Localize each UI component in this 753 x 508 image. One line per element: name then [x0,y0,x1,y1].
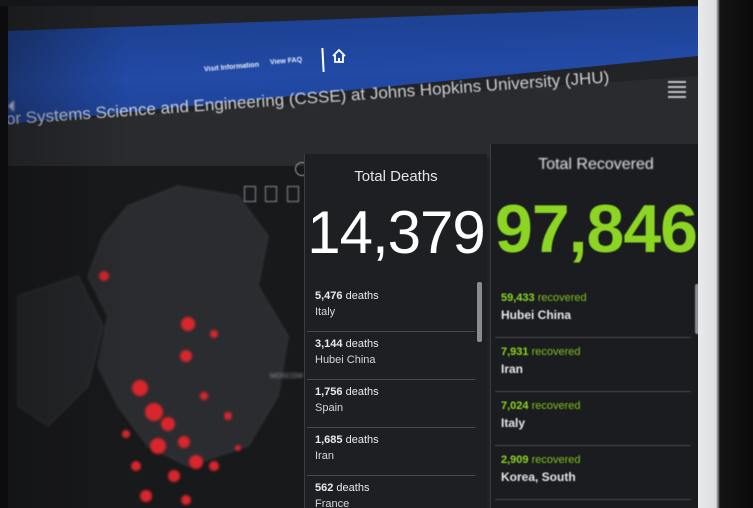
list-item[interactable]: 5,476 deaths Italy [307,284,475,332]
recovered-item-count: 59,433 [501,292,535,304]
death-count: 562 [315,482,334,494]
recovered-location: Iran [501,362,524,376]
map-toolbar [244,186,304,207]
death-count: 5,476 [315,290,343,302]
total-deaths-panel: Total Deaths 14,379 5,476 deaths Italy 3… [304,154,487,508]
recovered-title: Total Recovered [538,156,654,173]
dashboard-screen: Visit Information View FAQ for Systems S… [8,6,698,508]
list-item[interactable]: 2,909 recovered Korea, South [495,446,691,500]
deaths-title: Total Deaths [354,168,438,185]
recovered-location: Hubei China [501,308,572,322]
death-location: France [315,498,350,508]
home-icon[interactable] [331,48,347,64]
death-location: Iran [315,450,334,462]
recovered-count: 97,846 [495,191,698,267]
map-grid-tool-icon[interactable] [286,186,299,202]
deaths-scrollbar[interactable] [477,282,482,342]
photo-stage: Visit Information View FAQ for Systems S… [0,0,753,508]
death-location: Spain [315,402,344,414]
death-count: 1,685 [315,434,343,446]
death-count: 3,144 [315,338,343,350]
death-unit: deaths [345,338,379,350]
menu-icon[interactable] [668,78,686,98]
death-unit: deaths [345,434,379,446]
recovered-item-count: 7,024 [501,400,529,412]
deaths-list[interactable]: 5,476 deaths Italy 3,144 deaths Hubei Ch… [307,284,475,508]
list-item[interactable]: 7,024 recovered Italy [495,392,691,446]
recovered-location: Korea, South [501,470,576,484]
death-location: Hubei China [315,354,376,366]
map-canvas[interactable]: MOSCOW [8,166,304,508]
list-item[interactable]: 59,433 recovered Hubei China [495,284,691,338]
list-item[interactable]: 562 deaths France [307,476,475,508]
recovered-location: Italy [501,416,526,430]
death-unit: deaths [336,482,370,494]
monitor-bezel [698,0,753,508]
recovered-unit: recovered [537,292,587,304]
recovered-unit: recovered [531,400,581,412]
death-unit: deaths [345,290,379,302]
recovered-item-count: 2,909 [501,454,529,466]
map-layer-tool-icon[interactable] [244,186,256,202]
recovered-item-count: 7,931 [501,346,529,358]
death-count: 1,756 [315,386,343,398]
map-list-tool-icon[interactable] [265,186,278,202]
recovered-unit: recovered [531,346,581,358]
recovered-list[interactable]: 59,433 recovered Hubei China 7,931 recov… [495,284,691,500]
list-item[interactable]: 7,931 recovered Iran [495,338,691,392]
list-item[interactable]: 1,685 deaths Iran [307,428,475,476]
total-recovered-panel: Total Recovered 97,846 59,433 recovered … [490,144,698,508]
list-item[interactable]: 1,756 deaths Spain [307,380,475,428]
death-unit: deaths [345,386,379,398]
map-label: MOSCOW [270,373,303,380]
list-item[interactable]: 3,144 deaths Hubei China [307,332,475,380]
deaths-count: 14,379 [307,199,486,266]
recovered-unit: recovered [531,454,581,466]
map-panel[interactable]: MOSCOW [8,166,304,508]
death-location: Italy [315,306,336,318]
